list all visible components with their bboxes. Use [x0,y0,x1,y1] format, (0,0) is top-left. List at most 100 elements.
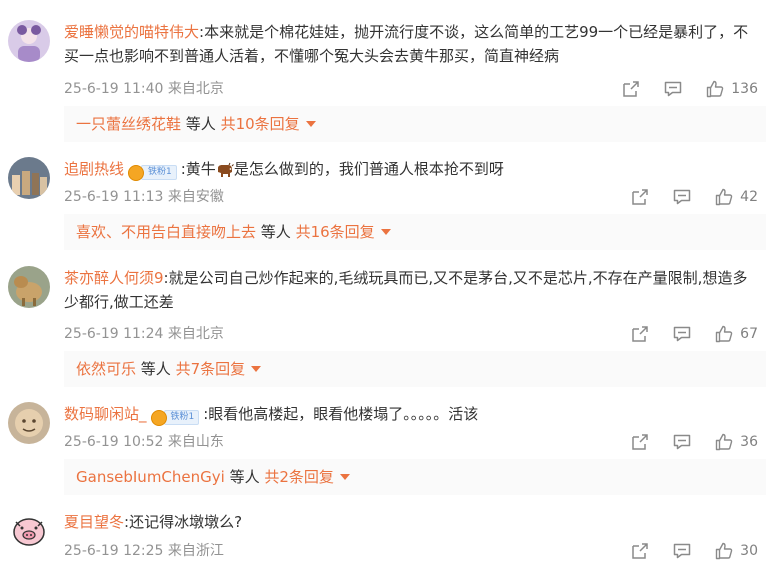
like-count: 67 [740,326,758,342]
crown-icon [150,409,167,426]
like-icon [714,187,734,207]
comment-icon [672,432,692,452]
share-icon [630,324,650,344]
share-button[interactable] [630,324,650,344]
view-replies-link[interactable]: 共7条回复 [176,360,262,378]
reply-summary: 依然可乐 等人 共7条回复 [64,351,766,387]
view-replies-link[interactable]: 共2条回复 [264,468,350,486]
comment-body: :黄牛 [180,160,216,178]
comment-button[interactable] [672,324,692,344]
comment-actions: 136 [599,78,758,100]
comment-button[interactable] [672,432,692,452]
reply-etc: 等人 [256,223,296,241]
comment-time: 25-6-19 12:25 [64,543,164,559]
crown-icon [128,164,145,181]
comment-body-cont: 是怎么做到的，我们普通人根本抢不到呀 [233,160,504,178]
reply-summary: 喜欢、不用告白直接吻上去 等人 共16条回复 [64,214,766,250]
comment-actions: 42 [608,186,758,208]
comment-time: 25-6-19 11:40 [64,81,164,97]
avatar[interactable] [8,266,50,308]
reply-count: 共16条回复 [295,223,375,241]
comment-button[interactable] [672,541,692,561]
fan-badge-label: 铁粉1 [141,165,177,180]
like-button[interactable]: 67 [714,324,758,344]
username-link[interactable]: 夏目望冬 [64,513,124,531]
comment-text: 追剧热线 铁粉1:黄牛 是怎么做到的，我们普通人根本抢不到呀 [64,157,752,181]
comment-actions: 67 [608,323,758,345]
share-icon [630,432,650,452]
share-icon [630,541,650,561]
comment-time: 25-6-19 11:13 [64,189,164,205]
username-link[interactable]: 茶亦醉人何须9 [64,269,164,287]
username-link[interactable]: 爱睡懒觉的喵特伟大 [64,23,199,41]
avatar[interactable] [8,402,50,444]
comment-location: 来自山东 [167,434,224,450]
reply-username-link[interactable]: GansebIumChenGyi [76,468,225,486]
share-button[interactable] [630,187,650,207]
comment-meta: 25-6-19 11:40 来自北京 [64,79,224,99]
reply-username-link[interactable]: 一只蕾丝绣花鞋 [76,115,181,133]
comment-time: 25-6-19 10:52 [64,434,164,450]
like-count: 136 [731,81,758,97]
avatar[interactable] [8,157,50,199]
comment-body: :就是公司自己炒作起来的,毛绒玩具而已,又不是茅台,又不是芯片,不存在产量限制,… [64,269,748,311]
like-count: 36 [740,434,758,450]
avatar[interactable] [8,20,50,62]
like-button[interactable]: 30 [714,541,758,561]
fan-badge: 铁粉1 [150,405,200,426]
fan-badge-label: 铁粉1 [163,410,200,425]
comment-button[interactable] [663,79,683,99]
comment-actions: 30 [608,540,758,562]
share-button[interactable] [630,541,650,561]
reply-username-link[interactable]: 依然可乐 [76,360,136,378]
comment-text: 夏目望冬:还记得冰墩墩么? [64,510,752,534]
reply-count: 共2条回复 [264,468,334,486]
reply-username-link[interactable]: 喜欢、不用告白直接吻上去 [76,223,256,241]
like-count: 42 [740,189,758,205]
comment-text: 爱睡懒觉的喵特伟大:本来就是个棉花娃娃，抛开流行度不谈，这么简单的工艺99一个已… [64,20,752,68]
comment-body: :眼看他高楼起，眼看他楼塌了。。。。。活该 [203,405,479,423]
comment-meta: 25-6-19 12:25 来自浙江 [64,541,224,561]
caret-down-icon [305,120,316,127]
caret-down-icon [251,365,262,372]
like-count: 30 [740,543,758,559]
comment-icon [672,541,692,561]
like-icon [705,79,725,99]
comment-location: 来自浙江 [167,543,224,559]
comment-icon [672,187,692,207]
comment-text: 茶亦醉人何须9:就是公司自己炒作起来的,毛绒玩具而已,又不是茅台,又不是芯片,不… [64,266,752,314]
comment-meta: 25-6-19 10:52 来自山东 [64,432,224,452]
reply-count: 共10条回复 [220,115,300,133]
view-replies-link[interactable]: 共16条回复 [296,223,391,241]
like-button[interactable]: 42 [714,187,758,207]
share-button[interactable] [621,79,641,99]
fan-badge: 铁粉1 [128,160,177,181]
like-button[interactable]: 36 [714,432,758,452]
comment-button[interactable] [672,187,692,207]
reply-summary: GansebIumChenGyi 等人 共2条回复 [64,459,766,495]
comment-icon [663,79,683,99]
avatar[interactable] [8,510,50,552]
comment-meta: 25-6-19 11:13 来自安徽 [64,187,224,207]
reply-summary: 一只蕾丝绣花鞋 等人 共10条回复 [64,106,766,142]
comment-meta: 25-6-19 11:24 来自北京 [64,324,224,344]
comment-actions: 36 [608,431,758,453]
username-link[interactable]: 追剧热线 [64,160,124,178]
like-icon [714,432,734,452]
comment-icon [672,324,692,344]
reply-etc: 等人 [181,115,221,133]
comment-body: :还记得冰墩墩么? [124,513,243,531]
username-link[interactable]: 数码聊闲站_ [64,405,147,423]
share-button[interactable] [630,432,650,452]
like-icon [714,541,734,561]
reply-etc: 等人 [136,360,176,378]
comment-time: 25-6-19 11:24 [64,326,164,342]
like-icon [714,324,734,344]
comment-text: 数码聊闲站_ 铁粉1:眼看他高楼起，眼看他楼塌了。。。。。活该 [64,402,752,426]
view-replies-link[interactable]: 共10条回复 [221,115,316,133]
caret-down-icon [380,228,391,235]
cow-emoji-icon [216,161,234,177]
like-button[interactable]: 136 [705,79,758,99]
comment-location: 来自安徽 [167,189,224,205]
caret-down-icon [339,473,350,480]
